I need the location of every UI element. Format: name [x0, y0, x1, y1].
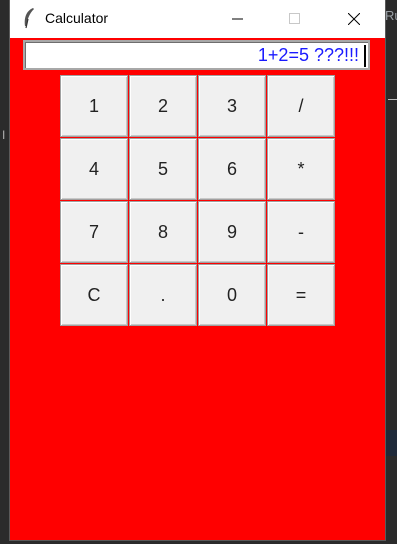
display-input[interactable]: 1+2=5 ???!!!	[23, 40, 370, 70]
key-7[interactable]: 7	[60, 201, 128, 263]
close-button[interactable]	[331, 0, 377, 38]
key-5[interactable]: 5	[129, 138, 197, 200]
background-right-text: Ru	[385, 8, 397, 23]
key-clear[interactable]: C	[60, 264, 128, 326]
key-9[interactable]: 9	[198, 201, 266, 263]
key-4[interactable]: 4	[60, 138, 128, 200]
display-value: 1+2=5 ???!!!	[257, 45, 359, 65]
key-6[interactable]: 6	[198, 138, 266, 200]
key-decimal[interactable]: .	[129, 264, 197, 326]
background-right-dash: —	[388, 90, 397, 106]
text-cursor	[364, 45, 366, 67]
window-title: Calculator	[45, 10, 109, 26]
keypad: 1 2 3 / 4 5 6 * 7 8 9 - C . 0 =	[60, 75, 335, 326]
maximize-icon	[289, 13, 300, 24]
key-0[interactable]: 0	[198, 264, 266, 326]
background-ide-left: I	[0, 0, 10, 544]
maximize-button[interactable]	[272, 0, 318, 38]
key-multiply[interactable]: *	[267, 138, 335, 200]
key-subtract[interactable]: -	[267, 201, 335, 263]
minimize-icon	[232, 18, 243, 20]
background-left-text: I	[2, 128, 6, 142]
calculator-window: Calculator 1+2=5 ???!!! 1 2 3 / 4 5 6 * …	[10, 0, 385, 540]
key-8[interactable]: 8	[129, 201, 197, 263]
key-1[interactable]: 1	[60, 75, 128, 137]
minimize-button[interactable]	[215, 0, 261, 38]
key-2[interactable]: 2	[129, 75, 197, 137]
close-icon	[348, 13, 360, 25]
background-ide-right: Ru —	[385, 0, 397, 544]
key-equals[interactable]: =	[267, 264, 335, 326]
feather-icon	[24, 8, 34, 29]
key-divide[interactable]: /	[267, 75, 335, 137]
title-bar[interactable]: Calculator	[10, 0, 385, 38]
background-bar	[385, 430, 397, 456]
key-3[interactable]: 3	[198, 75, 266, 137]
